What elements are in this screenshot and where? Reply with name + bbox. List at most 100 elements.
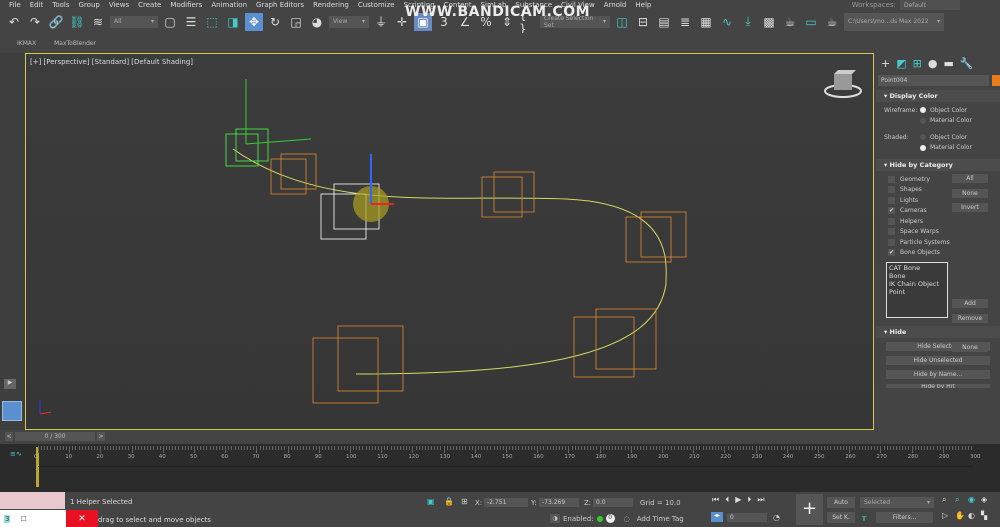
display-tab-icon[interactable]: ▬	[943, 57, 953, 71]
utilities-tab-icon[interactable]: 🔧	[960, 57, 974, 71]
expand-arrow-icon[interactable]: ▶	[4, 379, 16, 389]
time-slider-thumb[interactable]: 0 / 300	[15, 432, 95, 441]
menu-rendering[interactable]: Rendering	[313, 1, 349, 9]
auto-key-button[interactable]: Auto	[827, 497, 855, 508]
render-setup-icon[interactable]: ☕	[781, 13, 799, 31]
tab-ikmax[interactable]: IKMAX	[17, 40, 36, 47]
time-config-icon[interactable]: 0	[605, 514, 615, 523]
zoom-extents-icon[interactable]: ◉	[968, 495, 981, 505]
category-checkbox[interactable]	[888, 175, 895, 183]
current-frame-field[interactable]: 0	[727, 513, 767, 522]
motion-tab-icon[interactable]: ●	[928, 57, 938, 71]
maximize-icon[interactable]: ☐	[20, 515, 26, 523]
isolate-selection-icon[interactable]: ▣	[427, 497, 435, 506]
remove-category-button[interactable]: Remove	[952, 314, 988, 323]
adaptive-degradation-icon[interactable]: ◑	[550, 514, 560, 523]
category-all-button[interactable]: All	[952, 174, 988, 183]
x-coordinate-field[interactable]: -2.751	[484, 498, 528, 507]
category-checkbox[interactable]	[888, 217, 895, 225]
dope-sheet-icon[interactable]: ⤓	[739, 13, 757, 31]
shaded-object-color-radio[interactable]	[920, 134, 926, 141]
viewport-layout-icon[interactable]	[2, 401, 22, 421]
orbit-icon[interactable]: ◐	[968, 511, 981, 520]
menu-create[interactable]: Create	[138, 1, 161, 9]
tab-maxtoblender[interactable]: MaxToBlender	[54, 40, 96, 47]
menu-group[interactable]: Group	[79, 1, 100, 9]
key-mode-toggle-icon[interactable]: ◂▸	[711, 512, 723, 522]
y-coordinate-field[interactable]: -73.269	[539, 498, 579, 507]
list-item[interactable]: Point	[889, 288, 945, 296]
list-item[interactable]: CAT Bone	[889, 264, 945, 272]
prev-frame-button[interactable]: <	[5, 432, 13, 441]
hierarchy-tab-icon[interactable]: ⊞	[913, 57, 922, 71]
hide-by-category-header[interactable]: ▾ Hide by Category	[876, 159, 1000, 171]
maximize-viewport-icon[interactable]: ▚	[981, 511, 994, 520]
wire-object-color-radio[interactable]	[920, 107, 926, 114]
layer-explorer-icon[interactable]: ≣	[676, 13, 694, 31]
bone-category-list[interactable]: CAT Bone Bone IK Chain Object Point	[886, 262, 948, 318]
menu-file[interactable]: File	[9, 1, 21, 9]
mirror-icon[interactable]: ◫	[613, 13, 631, 31]
rotate-icon[interactable]: ↻	[266, 13, 284, 31]
curve-editor-icon[interactable]: ∿	[718, 13, 736, 31]
close-icon[interactable]: ✕	[66, 510, 98, 527]
add-category-button[interactable]: Add	[952, 299, 988, 308]
selection-filter-dropdown[interactable]: All ▾	[110, 15, 158, 28]
category-checkbox[interactable]	[888, 186, 895, 194]
perspective-viewport[interactable]: [+] [Perspective] [Standard] [Default Sh…	[25, 53, 874, 430]
prev-key-icon[interactable]: ⏴	[725, 495, 729, 505]
category-none-button[interactable]: None	[952, 189, 988, 198]
hide-by-name-button[interactable]: Hide by Name...	[886, 370, 990, 379]
set-key-icon[interactable]: +	[796, 494, 823, 525]
category-checkbox[interactable]: ✔	[888, 249, 895, 257]
wire-material-color-radio[interactable]	[920, 117, 926, 124]
time-configuration-icon[interactable]: ◔	[773, 513, 780, 522]
project-folder-dropdown[interactable]: C:\Users\mo...ds Max 2022 ▾	[844, 12, 944, 31]
z-coordinate-field[interactable]: 0.0	[593, 498, 633, 507]
zoom-extents-all-icon[interactable]: ◈	[981, 495, 994, 505]
absolute-mode-icon[interactable]: ⊞	[461, 497, 468, 506]
menu-animation[interactable]: Animation	[211, 1, 247, 9]
next-frame-button[interactable]: >	[97, 432, 105, 441]
pan-icon[interactable]: ✋	[955, 511, 968, 520]
list-item[interactable]: Bone	[889, 272, 945, 280]
hide-header[interactable]: ▾ Hide	[876, 326, 1000, 338]
pivot-icon[interactable]: ⏚	[372, 13, 390, 31]
category-checkbox[interactable]	[888, 228, 895, 236]
ref-coord-dropdown[interactable]: View ▾	[329, 15, 369, 28]
add-time-tag-button[interactable]: Add Time Tag	[637, 515, 684, 523]
unlink-icon[interactable]: ⛓	[68, 13, 86, 31]
maxscript-listener[interactable]	[0, 492, 65, 509]
hide-unselected-button[interactable]: Hide Unselected	[886, 356, 990, 365]
menu-views[interactable]: Views	[109, 1, 129, 9]
redo-icon[interactable]: ↷	[26, 13, 44, 31]
zoom-icon[interactable]: ⌕	[942, 495, 955, 505]
key-filters-icon[interactable]: ╥	[862, 513, 866, 521]
display-color-header[interactable]: ▾ Display Color	[876, 90, 1000, 102]
fov-icon[interactable]: ▷	[942, 511, 955, 520]
track-bar[interactable]: ≡∿ 0 10 20 30 40 50 60 70 80 90 100 110 120 130 140 150…	[0, 444, 1000, 492]
play-icon[interactable]: ▶	[735, 495, 741, 505]
go-to-end-icon[interactable]: ⏭	[757, 495, 764, 505]
lock-selection-icon[interactable]: 🔒	[444, 497, 454, 506]
category-checkbox[interactable]	[888, 238, 895, 246]
list-none-button[interactable]: None	[952, 343, 988, 352]
time-tag-icon[interactable]: ◌	[624, 515, 630, 523]
set-key-button[interactable]: Set K.	[827, 512, 855, 523]
key-filter-dropdown[interactable]: Selected ▾	[860, 497, 934, 508]
shaded-material-color-radio[interactable]	[920, 144, 926, 151]
create-tab-icon[interactable]: +	[881, 57, 890, 71]
hide-by-hit-button[interactable]: Hide by Hit	[886, 384, 990, 388]
workspaces[interactable]: Workspaces: Default	[852, 0, 1000, 11]
ribbon-icon[interactable]: ▦	[697, 13, 715, 31]
filters-button[interactable]: Filters...	[876, 512, 933, 523]
bind-spacewarp-icon[interactable]: ≋	[89, 13, 107, 31]
render-icon[interactable]: ☕	[823, 13, 841, 31]
go-to-start-icon[interactable]: ⏮	[712, 495, 719, 505]
time-slider[interactable]: < 0 / 300 >	[0, 430, 1000, 444]
rect-selection-icon[interactable]: ⬚	[203, 13, 221, 31]
menu-graph-editors[interactable]: Graph Editors	[256, 1, 304, 9]
move-icon[interactable]: ✥	[245, 12, 263, 31]
place-icon[interactable]: ◕	[308, 13, 326, 31]
next-key-icon[interactable]: ⏵	[747, 495, 751, 505]
